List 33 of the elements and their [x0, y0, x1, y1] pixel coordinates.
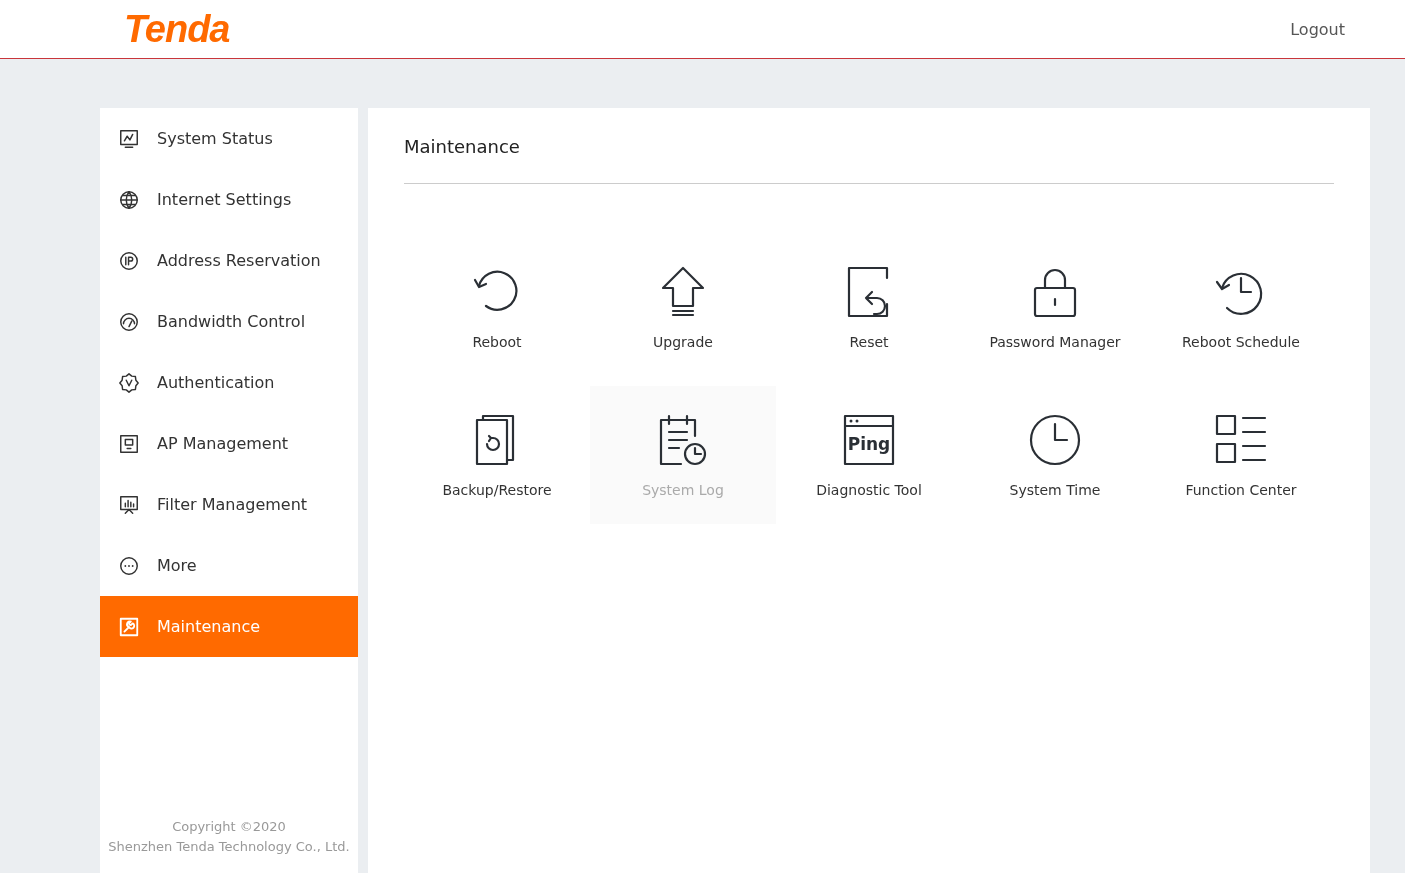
tool-tile[interactable]: Function Center [1148, 386, 1334, 524]
chart-icon [118, 493, 140, 516]
copyright-text: Copyright ©2020 [172, 818, 286, 836]
monitor-icon [118, 127, 140, 150]
ip-icon [118, 249, 140, 272]
more-icon [118, 554, 140, 577]
logo: Tenda [124, 7, 230, 51]
tool-tile[interactable]: Reboot [404, 238, 590, 376]
sidebar-item[interactable]: Filter Management [100, 474, 358, 535]
tool-tile[interactable]: Password Manager [962, 238, 1148, 376]
globe-icon [118, 188, 140, 211]
sidebar-item[interactable]: More [100, 535, 358, 596]
ap-icon [118, 432, 140, 455]
tool-tile[interactable]: Upgrade [590, 238, 776, 376]
copyright-text: Shenzhen Tenda Technology Co., Ltd. [108, 838, 350, 856]
clock-icon [1027, 412, 1083, 468]
tool-tile[interactable]: Reboot Schedule [1148, 238, 1334, 376]
logout-link[interactable]: Logout [1290, 19, 1345, 39]
gauge-icon [118, 310, 140, 333]
sidebar-item[interactable]: Authentication [100, 352, 358, 413]
badge-icon [118, 371, 140, 394]
sidebar-item[interactable]: AP Management [100, 413, 358, 474]
sidebar-item[interactable]: Bandwidth Control [100, 291, 358, 352]
page-title: Maintenance [404, 136, 1334, 184]
tool-tile[interactable]: Ping Diagnostic Tool [776, 386, 962, 524]
ping-label: Ping [847, 434, 891, 454]
sidebar-item[interactable]: Address Reservation [100, 230, 358, 291]
tool-tile[interactable]: System Time [962, 386, 1148, 524]
tool-tile[interactable]: Backup/Restore [404, 386, 590, 524]
sidebar-item[interactable]: System Status [100, 108, 358, 169]
sidebar-item[interactable]: Internet Settings [100, 169, 358, 230]
wrench-icon [118, 615, 140, 638]
tool-tile[interactable]: Reset [776, 238, 962, 376]
